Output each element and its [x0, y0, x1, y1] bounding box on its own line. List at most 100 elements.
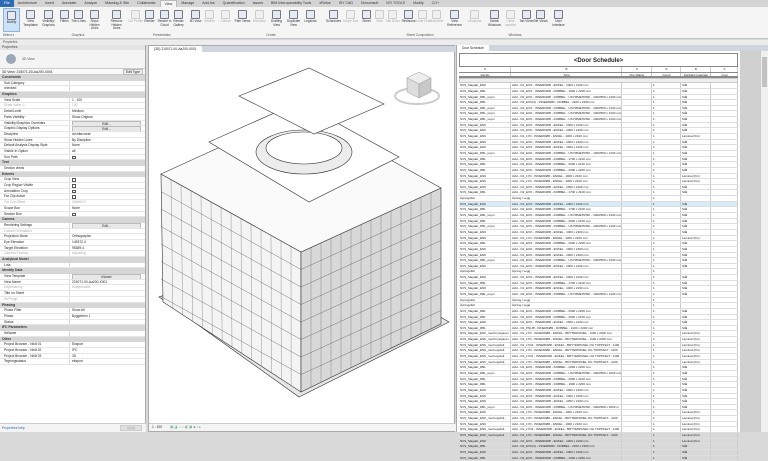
property-value[interactable]: 149372.4 [70, 240, 145, 245]
property-value[interactable] [70, 86, 145, 91]
matchline-button[interactable]: Matchline [428, 8, 445, 32]
elevation-button[interactable]: Elevation [251, 8, 268, 32]
show-hidden-lines-button[interactable]: Show Hidden Lines [86, 8, 103, 32]
duplicate-view-button[interactable]: Duplicate View [285, 8, 302, 32]
property-value[interactable] [70, 155, 145, 160]
building-model[interactable] [149, 52, 454, 424]
tab-norconsult[interactable]: Norconsult [357, 0, 382, 7]
view-templates-button[interactable]: View Templates [22, 8, 39, 32]
checkbox[interactable] [72, 195, 76, 199]
tab-architecture[interactable]: Architecture [14, 0, 41, 7]
property-value[interactable] [70, 212, 145, 217]
tab-quantification[interactable]: Quantification [219, 0, 249, 7]
checkbox[interactable] [72, 213, 76, 217]
property-value[interactable]: Byggetrinn 1 [70, 314, 145, 319]
user-interface-button[interactable]: User Interface [550, 8, 567, 32]
tab-collaborate[interactable]: Collaborate [133, 0, 159, 7]
render-gallery-button[interactable]: Render Gallery [170, 8, 187, 32]
property-value[interactable]: Show All [70, 308, 145, 313]
header-cost[interactable]: Cost [711, 73, 738, 77]
property-value[interactable] [70, 320, 145, 325]
view-reference-button[interactable]: View Reference [446, 8, 463, 32]
switch-windows-button[interactable]: Switch Windows [486, 8, 503, 32]
property-value[interactable]: <None> [70, 274, 145, 279]
visibility-graphics-button[interactable]: Visibility/ Graphics [40, 8, 57, 32]
view-controls-icons[interactable]: ▦ ◪ ☼ ◐ ◧ ▣ ◈ ⌖ ▸ [170, 425, 201, 429]
header-count[interactable]: Count [652, 73, 681, 77]
property-value[interactable]: eksport [70, 359, 145, 364]
plan-views-button[interactable]: Plan Views [234, 8, 251, 32]
property-value[interactable]: 1 : 100 [70, 98, 145, 103]
scroll-thumb[interactable] [762, 57, 767, 87]
title-block-button[interactable]: Title Block [384, 8, 401, 32]
property-value[interactable] [70, 189, 145, 194]
property-value[interactable] [70, 291, 145, 296]
column-letter[interactable]: A [459, 67, 511, 72]
edit-button[interactable]: Edit... [72, 126, 141, 131]
tab-annotate[interactable]: Annotate [58, 0, 80, 7]
checkbox[interactable] [72, 156, 76, 160]
property-value[interactable]: Medium [70, 109, 145, 114]
property-value[interactable]: By Discipline [70, 138, 145, 143]
header-fire-rating[interactable]: Fire Rating [622, 73, 652, 77]
column-letter[interactable]: E [681, 67, 711, 72]
header-d-rblad-materiale[interactable]: Dørblad materiale [681, 73, 711, 77]
schedules-button[interactable]: Schedules [325, 8, 342, 32]
edit-button[interactable]: <None> [72, 274, 141, 279]
callout-button[interactable]: Callout [217, 8, 234, 32]
column-letter[interactable]: F [711, 67, 738, 72]
property-value[interactable]: Edit... [70, 223, 145, 228]
property-value[interactable] [70, 297, 145, 302]
property-value[interactable]: 3D [70, 354, 145, 359]
property-value[interactable]: Edit... [70, 121, 145, 126]
type-selector[interactable]: 3D View [0, 50, 145, 69]
tab-add-ins[interactable]: Add-Ins [198, 0, 218, 7]
property-value[interactable] [70, 229, 145, 234]
viewports-button[interactable]: Viewports [466, 8, 483, 32]
view-scale[interactable]: 1 : 100 [152, 425, 162, 429]
scope-box-button[interactable]: Scope Box [342, 8, 359, 32]
property-value[interactable] [70, 166, 145, 171]
tab-analyze[interactable]: Analyze [80, 0, 101, 7]
column-letter[interactable]: C [622, 67, 652, 72]
property-value[interactable] [70, 194, 145, 199]
property-value[interactable]: Show Original [70, 115, 145, 120]
thin-lines-button[interactable]: Thin Lines [70, 8, 87, 32]
drafting-view-button[interactable]: Drafting View [268, 8, 285, 32]
property-value[interactable]: None [70, 206, 145, 211]
checkbox[interactable] [72, 190, 76, 194]
property-value[interactable]: all [70, 149, 145, 154]
tab-nti-tools[interactable]: NTI TOOLS [382, 0, 409, 7]
tab-bim-interoperability-tools[interactable]: BIM Interoperability Tools [267, 0, 315, 7]
tab-issues[interactable]: Issues [249, 0, 267, 7]
tab-co[interactable]: CO+ [428, 0, 444, 7]
property-value[interactable]: 95389.4 [70, 246, 145, 251]
property-value[interactable]: 304800.0 [70, 200, 145, 205]
close-inactive-button[interactable]: Close Inactive [502, 8, 519, 32]
remove-hidden-lines-button[interactable]: Remove Hidden Lines [108, 8, 125, 32]
3d-view-window[interactable]: {3D} 215071-00-Aa200-X001 1 : 100▦ ◪ ☼ ◐… [148, 45, 455, 432]
modify-button[interactable]: Modify [3, 8, 20, 32]
tab-massing-site[interactable]: Massing & Site [101, 0, 133, 7]
tab-modify[interactable]: Modify [409, 0, 428, 7]
property-value[interactable]: Orthographic [70, 234, 145, 239]
apply-button[interactable]: Apply [120, 425, 142, 431]
property-value[interactable] [70, 177, 145, 182]
property-value[interactable]: None [70, 143, 145, 148]
tab-insert[interactable]: Insert [41, 0, 58, 7]
property-value[interactable]: Adjusting [70, 251, 145, 256]
tab-view[interactable]: View [160, 0, 178, 7]
property-value[interactable]: 215071-00-Aa200-X001 [70, 280, 145, 285]
tab-manage[interactable]: Manage [177, 0, 198, 7]
property-value[interactable] [70, 263, 145, 268]
property-value[interactable]: IFC [70, 348, 145, 353]
tab-door-schedule[interactable]: Door Schedule [457, 45, 489, 51]
property-value[interactable]: Eksport [70, 342, 145, 347]
tile-views-button[interactable]: Tile Views [532, 8, 549, 32]
properties-help-link[interactable]: Properties help [2, 426, 25, 430]
column-letter[interactable]: D [652, 67, 681, 72]
schedule-scrollbar[interactable] [760, 51, 768, 432]
property-value[interactable]: Architectural [70, 132, 145, 137]
checkbox[interactable] [72, 184, 76, 188]
legends-button[interactable]: Legends [302, 8, 319, 32]
